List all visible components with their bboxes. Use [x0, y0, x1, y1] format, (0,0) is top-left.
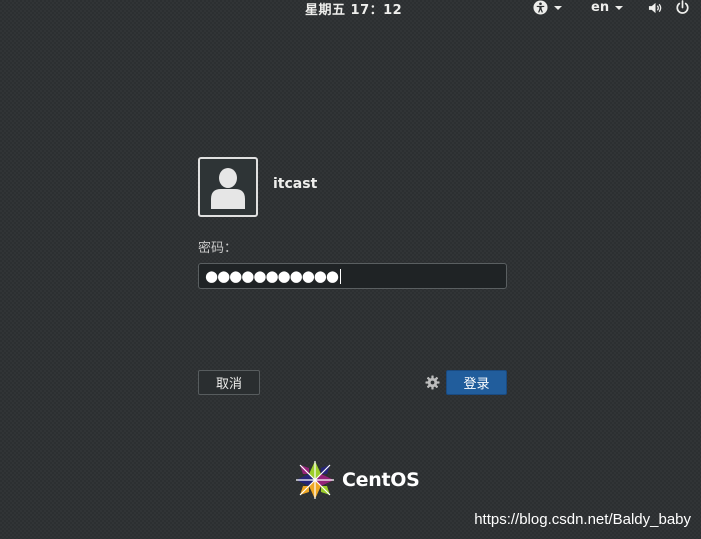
password-input[interactable]: ●●●●●●●●●●●	[198, 263, 507, 289]
language-menu[interactable]: en	[591, 0, 624, 15]
volume-control[interactable]	[648, 0, 663, 15]
clock[interactable]: 星期五 17：12	[305, 0, 402, 18]
login-button-label: 登录	[463, 377, 490, 392]
user-avatar-icon	[211, 168, 245, 209]
accessibility-menu[interactable]	[533, 0, 562, 15]
username: itcast	[273, 176, 318, 192]
top-bar: 星期五 17：12 en	[0, 0, 701, 18]
centos-logo-text: CentOS	[342, 469, 420, 491]
centos-logo-icon	[296, 461, 334, 499]
cancel-button[interactable]: 取消	[198, 370, 260, 395]
avatar	[198, 157, 258, 217]
power-menu[interactable]	[675, 0, 690, 15]
text-caret	[339, 268, 341, 284]
cancel-button-label: 取消	[215, 377, 242, 392]
volume-icon	[648, 2, 662, 13]
login-button[interactable]: 登录	[446, 370, 507, 395]
password-masked-value: ●●●●●●●●●●●	[205, 266, 339, 285]
accessibility-icon	[533, 0, 548, 15]
power-icon	[676, 0, 689, 14]
watermark: https://blog.csdn.net/Baldy_baby	[474, 511, 691, 528]
chevron-down-icon	[615, 6, 624, 10]
language-label: en	[591, 0, 610, 15]
gear-icon[interactable]	[425, 375, 440, 390]
password-label: 密码：	[198, 241, 238, 256]
chevron-down-icon	[554, 6, 562, 10]
